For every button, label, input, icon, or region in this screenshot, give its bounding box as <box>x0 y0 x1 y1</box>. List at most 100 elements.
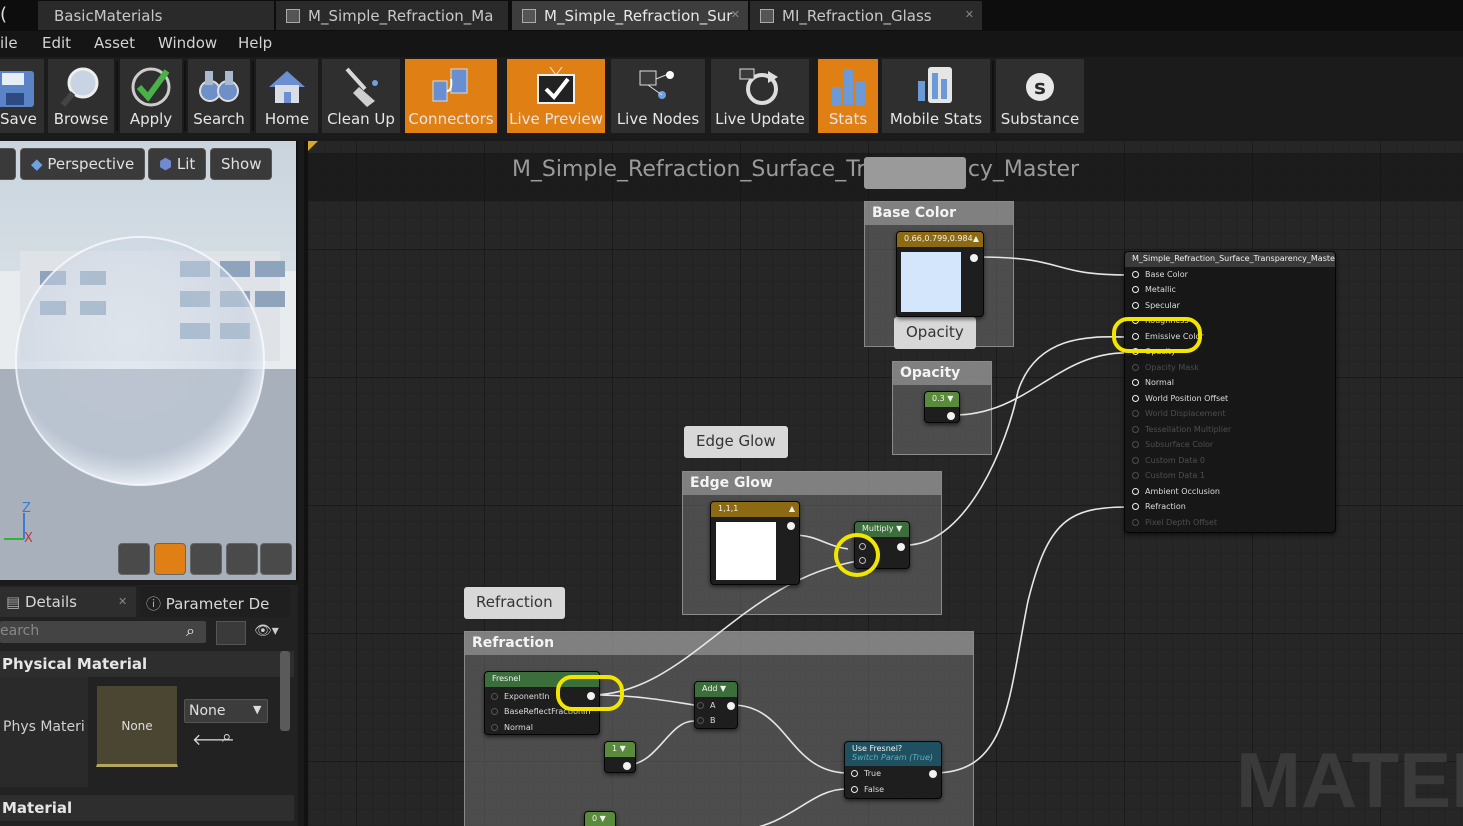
master-pin-normal[interactable]: Normal <box>1132 378 1174 387</box>
master-pin-ambient-occlusion[interactable]: Ambient Occlusion <box>1132 487 1220 496</box>
pin-label: Opacity Mask <box>1145 363 1199 372</box>
node-base-color-constant[interactable]: 0.66,0.799,0.984 ▲ <box>896 231 984 317</box>
output-pin[interactable] <box>623 762 631 770</box>
tab-m-simple-refraction-sur[interactable]: M_Simple_Refraction_Sur ✕ <box>512 1 748 30</box>
input-pin <box>491 724 498 731</box>
node-edge-glow-color[interactable]: 1,1,1 ▲ <box>710 501 800 585</box>
node-constant-zero[interactable]: 0 ▼ <box>584 811 616 826</box>
clean-up-button[interactable]: Clean Up <box>322 59 400 133</box>
node-add[interactable]: Add ▼ A B <box>694 681 738 729</box>
details-scrollbar[interactable] <box>280 651 290 731</box>
plane-preview-icon[interactable] <box>190 543 222 575</box>
master-pin-metallic[interactable]: Metallic <box>1132 285 1176 294</box>
phys-material-thumbnail[interactable]: None <box>96 685 178 767</box>
connectors-button[interactable]: Connectors <box>405 59 497 133</box>
pin-normal[interactable]: Normal <box>491 723 533 732</box>
section-physical-material[interactable]: Physical Material <box>0 651 294 677</box>
pin-label: World Position Offset <box>1145 394 1229 403</box>
menu-help[interactable]: Help <box>238 34 272 52</box>
perspective-button[interactable]: ◆ Perspective <box>20 148 146 180</box>
output-pin[interactable] <box>929 770 937 778</box>
pin-exponent-in[interactable]: ExponentIn <box>491 692 549 701</box>
material-graph-canvas[interactable]: M_Simple_Refraction_Surface_Transparency… <box>304 141 1463 826</box>
sphere-preview-icon[interactable] <box>154 543 186 575</box>
mobile-stats-button[interactable]: Mobile Stats <box>882 59 990 133</box>
tab-m-simple-refraction-ma[interactable]: M_Simple_Refraction_Ma <box>276 1 508 30</box>
checkmark-icon <box>131 67 171 107</box>
material-asset-icon <box>286 9 300 23</box>
close-icon[interactable]: ✕ <box>731 8 740 21</box>
input-pin <box>697 717 704 724</box>
output-pin[interactable] <box>787 522 795 530</box>
pin-b[interactable]: B <box>697 716 716 725</box>
viewport-options-button[interactable] <box>0 148 16 180</box>
highlight-fresnel-output <box>556 675 624 711</box>
close-icon[interactable]: ✕ <box>965 8 974 21</box>
close-icon[interactable]: ✕ <box>118 595 127 608</box>
menu-window[interactable]: Window <box>158 34 217 52</box>
bar-chart-icon <box>832 69 865 105</box>
substance-button[interactable]: s Substance <box>996 59 1084 133</box>
pin-label: Normal <box>1145 378 1174 387</box>
output-pin[interactable] <box>970 254 978 262</box>
tab-mi-refraction-glass[interactable]: MI_Refraction_Glass ✕ <box>750 1 982 30</box>
browse-button[interactable]: Browse <box>48 59 114 133</box>
output-pin[interactable] <box>947 412 955 420</box>
tab-parameter-defaults[interactable]: ⓘ Parameter De <box>140 587 290 617</box>
menu-edit[interactable]: Edit <box>42 34 71 52</box>
tab-label: M_Simple_Refraction_Sur <box>544 7 733 25</box>
node-use-fresnel-switch[interactable]: Use Fresnel? Switch Param (True) True Fa… <box>844 741 942 799</box>
section-material[interactable]: Material <box>0 795 294 821</box>
browse-magnifier-icon[interactable]: ⌕ <box>222 727 232 747</box>
input-pin <box>851 770 858 777</box>
live-update-button[interactable]: Live Update <box>711 59 809 133</box>
node-value: 0.66,0.799,0.984 <box>897 232 983 247</box>
search-button[interactable]: Search <box>188 59 250 133</box>
details-search-input[interactable]: earch ⌕ <box>0 621 206 643</box>
output-pin[interactable] <box>727 702 735 710</box>
node-constant-one[interactable]: 1 ▼ <box>604 741 636 773</box>
pin-a[interactable]: A <box>697 701 715 710</box>
property-label-cell: Phys Materi <box>0 677 88 787</box>
collapse-arrow-icon[interactable]: ▲ <box>973 234 979 243</box>
menu-asset[interactable]: Asset <box>94 34 135 52</box>
live-nodes-button[interactable]: Live Nodes <box>611 59 705 133</box>
cylinder-preview-icon[interactable] <box>118 543 150 575</box>
master-pin-opacity-mask: Opacity Mask <box>1132 363 1199 372</box>
node-material-master[interactable]: M_Simple_Refraction_Surface_Transparency… <box>1124 251 1336 533</box>
lit-button[interactable]: ⬢ Lit <box>148 148 207 180</box>
save-button[interactable]: Save <box>0 59 44 133</box>
pin-false[interactable]: False <box>851 785 884 794</box>
tab-details[interactable]: ▤ Details ✕ <box>0 587 136 617</box>
master-pin-specular[interactable]: Specular <box>1132 301 1180 310</box>
home-button[interactable]: Home <box>256 59 318 133</box>
phys-material-select[interactable]: None ▼ <box>184 699 268 723</box>
apply-button[interactable]: Apply <box>120 59 182 133</box>
pin-true[interactable]: True <box>851 769 881 778</box>
tv-icon <box>537 66 575 104</box>
eye-icon[interactable]: 👁▾ <box>254 623 279 639</box>
tab-basic-materials[interactable]: BasicMaterials <box>38 1 274 30</box>
live-preview-button[interactable]: Live Preview <box>507 59 605 133</box>
node-opacity-scalar[interactable]: 0.3 ▼ <box>924 391 960 423</box>
master-pin-base-color[interactable]: Base Color <box>1132 270 1188 279</box>
view-options-icon[interactable] <box>216 621 246 645</box>
stats-button[interactable]: Stats <box>818 59 878 133</box>
master-pin-world-position-offset[interactable]: World Position Offset <box>1132 394 1228 403</box>
collapse-arrow-icon[interactable]: ▲ <box>789 504 795 513</box>
preview-viewport[interactable]: ◆ Perspective ⬢ Lit Show Z X <box>0 141 298 580</box>
cube-preview-icon[interactable] <box>226 543 258 575</box>
master-pin-custom-data-0: Custom Data 0 <box>1132 456 1205 465</box>
show-button[interactable]: Show <box>210 148 273 180</box>
master-pin-refraction[interactable]: Refraction <box>1132 502 1186 511</box>
menu-file[interactable]: ile <box>0 34 18 52</box>
pin-label: Base Color <box>1145 270 1188 279</box>
pin-label: Metallic <box>1145 285 1176 294</box>
output-pin[interactable] <box>897 543 905 551</box>
tab-params-label: Parameter De <box>165 595 270 613</box>
node-header: 0 ▼ <box>585 812 615 826</box>
material-instance-icon <box>760 9 774 23</box>
node-value: 1 <box>612 744 618 753</box>
teapot-preview-icon[interactable] <box>260 543 292 575</box>
magnifier-icon <box>60 67 99 107</box>
